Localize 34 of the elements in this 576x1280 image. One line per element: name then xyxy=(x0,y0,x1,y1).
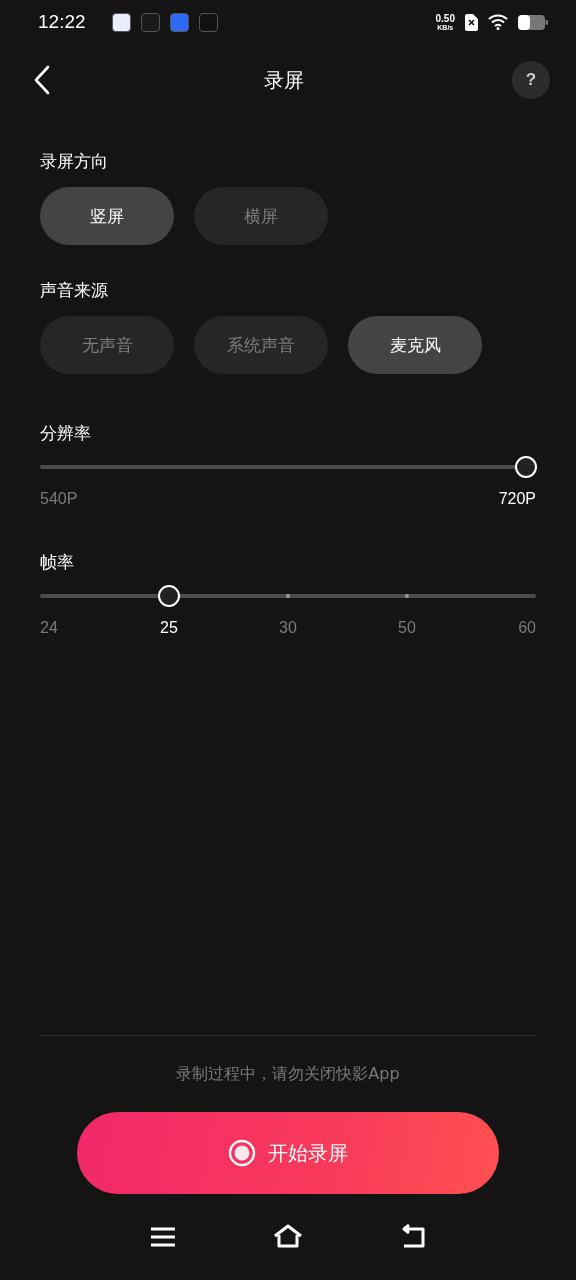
option-chip[interactable]: 横屏 xyxy=(194,187,328,245)
slider-label: 30 xyxy=(278,619,298,637)
sim-icon xyxy=(465,13,478,31)
tick-mark xyxy=(286,594,290,598)
tick-mark xyxy=(405,594,409,598)
network-speed: 0.50 xyxy=(435,13,455,24)
slider-label: 720P xyxy=(498,490,536,508)
section-title: 分辨率 xyxy=(40,422,92,445)
page-title: 录屏 xyxy=(263,66,305,94)
slider-thumb[interactable] xyxy=(515,456,537,478)
wifi-icon xyxy=(488,14,508,30)
slider-label: 50 xyxy=(397,619,417,637)
record-icon xyxy=(228,1139,256,1167)
option-chip[interactable]: 无声音 xyxy=(40,316,174,374)
battery-icon xyxy=(518,14,548,30)
app-notification-icon xyxy=(140,12,160,32)
start-recording-button[interactable]: 开始录屏 xyxy=(77,1112,499,1194)
app-notification-icon xyxy=(111,12,131,32)
app-notification-icon xyxy=(169,12,189,32)
section-title: 声音来源 xyxy=(40,279,109,302)
option-chip[interactable]: 竖屏 xyxy=(40,187,174,245)
option-chip[interactable]: 系统声音 xyxy=(194,316,328,374)
slider-label: 25 xyxy=(159,619,179,637)
hint-text: 录制过程中，请勿关闭快影App xyxy=(175,1064,401,1085)
slider-label: 24 xyxy=(40,619,59,637)
app-notification-icon xyxy=(198,12,218,32)
section-title: 录屏方向 xyxy=(40,150,109,173)
option-chip[interactable]: 麦克风 xyxy=(348,316,482,374)
slider-thumb[interactable] xyxy=(158,585,180,607)
help-button[interactable]: ? xyxy=(512,61,550,99)
clock: 12:22 xyxy=(38,11,86,33)
slider-label: 60 xyxy=(517,619,536,637)
section-title: 帧率 xyxy=(40,551,75,574)
slider-label: 540P xyxy=(40,490,78,508)
